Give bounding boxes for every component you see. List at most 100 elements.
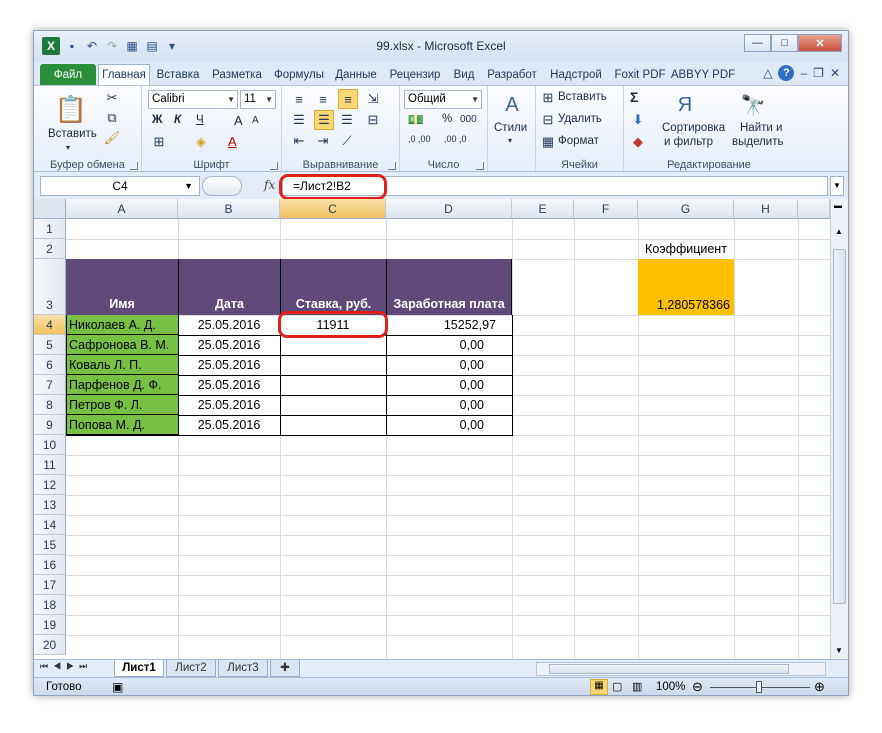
find-select-button-line2[interactable]: выделить xyxy=(732,136,784,148)
sort-filter-icon[interactable]: Я xyxy=(670,90,700,120)
align-left-icon[interactable]: ☰ xyxy=(290,111,308,129)
align-bottom-icon[interactable]: ≡ xyxy=(338,89,358,109)
vertical-scrollbar[interactable]: ▬ ▲ ▼ xyxy=(830,199,848,659)
delete-cells-button[interactable]: Удалить xyxy=(558,113,602,125)
sheet-nav-icons[interactable]: ⏮◀▶⏭ xyxy=(40,661,92,672)
tab-abbyy-pdf[interactable]: ABBYY PDF xyxy=(671,64,735,85)
row-header-10[interactable]: 10 xyxy=(34,435,66,455)
row-header-12[interactable]: 12 xyxy=(34,475,66,495)
macro-record-icon[interactable]: ▣ xyxy=(112,680,123,694)
table-header-name[interactable]: Имя xyxy=(66,259,178,315)
doc-minimize-icon[interactable]: – xyxy=(800,66,807,80)
formula-cancel-enter-area[interactable] xyxy=(202,176,242,196)
scroll-down-icon[interactable]: ▼ xyxy=(835,646,843,655)
sort-filter-button[interactable]: Сортировка xyxy=(662,122,725,134)
column-header-d[interactable]: D xyxy=(386,199,512,219)
fill-icon[interactable]: ⬇ xyxy=(630,112,646,128)
doc-close-icon[interactable]: ✕ xyxy=(830,66,840,80)
styles-button[interactable]: Стили xyxy=(494,122,527,134)
increase-decimal-button[interactable]: ,0 ,00 xyxy=(408,134,431,144)
tab-view[interactable]: Вид xyxy=(448,64,480,85)
scroll-up-icon[interactable]: ▲ xyxy=(835,227,843,236)
row-header-13[interactable]: 13 xyxy=(34,495,66,515)
tab-review[interactable]: Рецензир xyxy=(384,64,446,85)
insert-cells-icon[interactable]: ⊞ xyxy=(540,90,556,106)
underline-button[interactable]: Ч xyxy=(196,114,204,126)
alignment-launcher-icon[interactable] xyxy=(388,162,396,170)
row-header-19[interactable]: 19 xyxy=(34,615,66,635)
number-format-select[interactable]: Общий ▼ xyxy=(404,90,482,109)
coefficient-label[interactable]: Коэффициент xyxy=(638,239,734,259)
zoom-out-icon[interactable]: ⊖ xyxy=(692,679,703,695)
font-color-button[interactable]: A xyxy=(228,134,237,149)
expand-formula-bar-icon[interactable]: ▼ xyxy=(830,176,844,196)
vertical-scroll-thumb[interactable] xyxy=(833,249,846,604)
align-top-icon[interactable]: ≡ xyxy=(290,90,308,108)
paste-dropdown-icon[interactable]: ▾ xyxy=(66,143,70,152)
styles-dropdown-icon[interactable]: ▾ xyxy=(508,136,512,145)
coefficient-value[interactable]: 1,280578366 xyxy=(638,259,734,315)
insert-cells-button[interactable]: Вставить xyxy=(558,91,607,103)
font-size-select[interactable]: 11 ▼ xyxy=(240,90,276,109)
column-header-c[interactable]: C xyxy=(280,199,386,219)
doc-restore-icon[interactable]: ❐ xyxy=(813,66,824,80)
grow-font-button[interactable]: A xyxy=(234,113,243,128)
borders-icon[interactable]: ⊞ xyxy=(150,134,168,150)
align-center-icon[interactable]: ☰ xyxy=(314,110,334,130)
font-launcher-icon[interactable] xyxy=(270,162,278,170)
column-header-i[interactable] xyxy=(798,199,830,219)
format-cells-button[interactable]: Формат xyxy=(558,135,599,147)
find-select-button[interactable]: Найти и xyxy=(740,122,782,134)
align-middle-icon[interactable]: ≡ xyxy=(314,90,332,108)
column-header-b[interactable]: B xyxy=(178,199,280,219)
row-header-14[interactable]: 14 xyxy=(34,515,66,535)
column-header-g[interactable]: G xyxy=(638,199,734,219)
shrink-font-button[interactable]: A xyxy=(252,115,259,126)
table-header-rate[interactable]: Ставка, руб. xyxy=(280,259,386,315)
format-painter-icon[interactable]: 🖌 xyxy=(104,130,121,146)
column-header-h[interactable]: H xyxy=(734,199,798,219)
name-box[interactable]: C4 ▼ xyxy=(40,176,200,196)
help-icon[interactable]: ? xyxy=(778,65,795,81)
column-header-a[interactable]: A xyxy=(66,199,178,219)
orientation-icon[interactable]: ⟋ xyxy=(338,132,356,150)
insert-function-icon[interactable]: fx xyxy=(264,178,275,192)
horizontal-scrollbar[interactable] xyxy=(536,662,826,676)
paste-icon[interactable]: 📋 xyxy=(54,92,88,126)
tab-foxit-pdf[interactable]: Foxit PDF xyxy=(610,64,670,85)
zoom-in-icon[interactable]: ⊕ xyxy=(814,679,825,695)
copy-icon[interactable]: ⧉ xyxy=(104,110,120,126)
tab-developer[interactable]: Разработ xyxy=(482,64,542,85)
scroll-split-icon[interactable]: ▬ xyxy=(834,201,842,210)
table-header-salary[interactable]: Заработная плата xyxy=(386,259,512,315)
row-header-18[interactable]: 18 xyxy=(34,595,66,615)
row-header-3[interactable]: 3 xyxy=(34,259,66,315)
close-button[interactable]: ✕ xyxy=(798,34,842,52)
insert-sheet-icon[interactable]: ✚ xyxy=(270,660,300,677)
row-header-2[interactable]: 2 xyxy=(34,239,66,259)
delete-cells-icon[interactable]: ⊟ xyxy=(540,112,556,128)
number-launcher-icon[interactable] xyxy=(476,162,484,170)
thousands-button[interactable]: 000 xyxy=(460,114,477,125)
row-header-15[interactable]: 15 xyxy=(34,535,66,555)
increase-indent-icon[interactable]: ⇥ xyxy=(314,132,332,150)
bold-button[interactable]: Ж xyxy=(152,114,162,126)
percent-button[interactable]: % xyxy=(442,113,452,125)
find-select-icon[interactable]: 🔭 xyxy=(738,90,768,120)
row-header-9[interactable]: 9 xyxy=(34,415,66,435)
table-header-date[interactable]: Дата xyxy=(178,259,280,315)
styles-icon[interactable]: A xyxy=(500,92,524,118)
row-header-8[interactable]: 8 xyxy=(34,395,66,415)
worksheet-grid[interactable]: A B C D E F G H 1 2 3 4 5 6 7 8 9 10 11 … xyxy=(34,199,830,659)
fill-color-icon[interactable]: ◈ xyxy=(192,134,210,150)
maximize-button[interactable]: □ xyxy=(771,34,798,52)
sheet-tab-1[interactable]: Лист1 xyxy=(114,660,164,677)
wrap-text-icon[interactable]: ⇲ xyxy=(364,90,382,108)
clear-icon[interactable]: ◆ xyxy=(630,134,646,150)
column-header-f[interactable]: F xyxy=(574,199,638,219)
clipboard-launcher-icon[interactable] xyxy=(130,162,138,170)
zoom-level[interactable]: 100% xyxy=(656,681,685,693)
sheet-tab-3[interactable]: Лист3 xyxy=(218,660,268,677)
horizontal-scroll-thumb[interactable] xyxy=(549,664,789,674)
zoom-slider-thumb[interactable] xyxy=(756,681,762,693)
